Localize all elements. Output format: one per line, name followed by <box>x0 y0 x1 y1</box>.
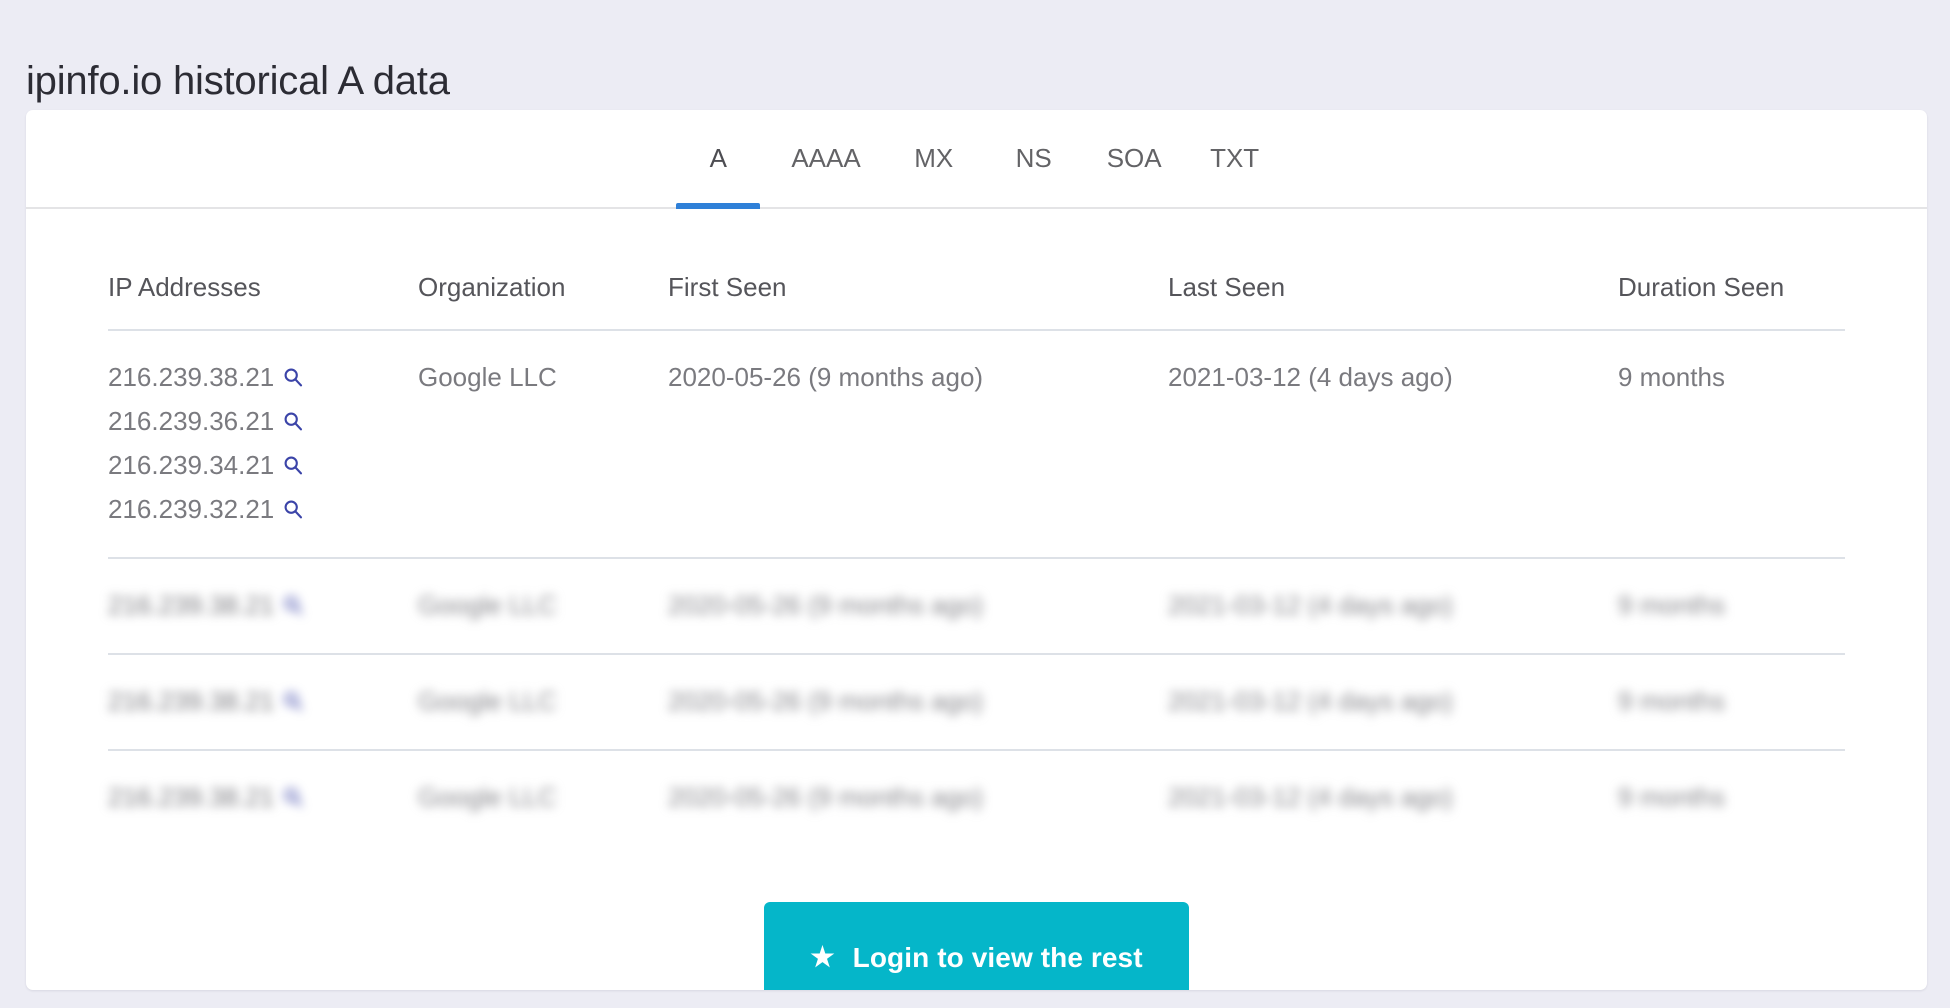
historical-dns-card: AAAAAMXNSSOATXT IP Addresses Organizatio… <box>26 110 1927 990</box>
cell-duration-seen: 9 months <box>1618 654 1845 750</box>
cell-first-seen: 2020-05-26 (9 months ago) <box>668 558 1168 654</box>
cell-organization: Google LLC <box>418 330 668 558</box>
cell-last-seen: 2021-03-12 (4 days ago) <box>1168 654 1618 750</box>
ip-address-text: 216.239.38.21 <box>108 679 274 723</box>
tab-label: AAAA <box>791 143 860 174</box>
table-header-row: IP Addresses Organization First Seen Las… <box>108 209 1845 330</box>
historical-dns-table: IP Addresses Organization First Seen Las… <box>108 209 1845 845</box>
column-header-first-seen: First Seen <box>668 209 1168 330</box>
cell-ip-addresses: 216.239.38.21 <box>108 654 418 750</box>
tab-label: SOA <box>1107 143 1162 174</box>
search-icon[interactable] <box>283 499 303 519</box>
ip-address-text: 216.239.36.21 <box>108 399 274 443</box>
cell-duration-seen: 9 months <box>1618 558 1845 654</box>
search-icon[interactable] <box>283 595 303 615</box>
cell-organization: Google LLC <box>418 750 668 845</box>
ip-address-entry: 216.239.36.21 <box>108 399 418 443</box>
ip-address-text: 216.239.38.21 <box>108 775 274 819</box>
table-body: 216.239.38.21216.239.36.21216.239.34.212… <box>108 330 1845 845</box>
ip-address-entry: 216.239.38.21 <box>108 355 418 399</box>
search-icon[interactable] <box>283 691 303 711</box>
cell-duration-seen: 9 months <box>1618 750 1845 845</box>
ip-address-entry: 216.239.32.21 <box>108 487 418 531</box>
tab-soa[interactable]: SOA <box>1084 110 1185 207</box>
column-header-duration-seen: Duration Seen <box>1618 209 1845 330</box>
tab-label: MX <box>914 143 953 174</box>
cta-container: ★ Login to view the rest <box>108 902 1845 990</box>
search-icon[interactable] <box>283 367 303 387</box>
table-row: 216.239.38.21216.239.36.21216.239.34.212… <box>108 330 1845 558</box>
ip-address-entry: 216.239.34.21 <box>108 443 418 487</box>
ip-address-text: 216.239.34.21 <box>108 443 274 487</box>
cell-ip-addresses: 216.239.38.21 <box>108 750 418 845</box>
cell-duration-seen: 9 months <box>1618 330 1845 558</box>
cell-ip-addresses: 216.239.38.21 <box>108 558 418 654</box>
page-title: ipinfo.io historical A data <box>26 55 450 107</box>
ip-address-entry: 216.239.38.21 <box>108 775 418 819</box>
tab-label: NS <box>1016 143 1052 174</box>
column-header-ip-addresses: IP Addresses <box>108 209 418 330</box>
star-icon: ★ <box>810 944 834 971</box>
search-icon[interactable] <box>283 455 303 475</box>
column-header-organization: Organization <box>418 209 668 330</box>
cell-first-seen: 2020-05-26 (9 months ago) <box>668 330 1168 558</box>
table-row: 216.239.38.21 Google LLC2020-05-26 (9 mon… <box>108 750 1845 845</box>
cell-last-seen: 2021-03-12 (4 days ago) <box>1168 750 1618 845</box>
cell-organization: Google LLC <box>418 558 668 654</box>
dns-table-container: IP Addresses Organization First Seen Las… <box>26 209 1927 990</box>
tab-label: A <box>710 143 727 174</box>
tab-mx[interactable]: MX <box>884 110 984 207</box>
cell-first-seen: 2020-05-26 (9 months ago) <box>668 654 1168 750</box>
cell-last-seen: 2021-03-12 (4 days ago) <box>1168 330 1618 558</box>
cell-ip-addresses: 216.239.38.21216.239.36.21216.239.34.212… <box>108 330 418 558</box>
cell-last-seen: 2021-03-12 (4 days ago) <box>1168 558 1618 654</box>
tab-label: TXT <box>1210 143 1259 174</box>
ip-address-text: 216.239.38.21 <box>108 355 274 399</box>
column-header-last-seen: Last Seen <box>1168 209 1618 330</box>
ip-address-entry: 216.239.38.21 <box>108 679 418 723</box>
search-icon[interactable] <box>283 787 303 807</box>
tab-list: AAAAAMXNSSOATXT <box>668 110 1284 207</box>
cell-first-seen: 2020-05-26 (9 months ago) <box>668 750 1168 845</box>
ip-address-text: 216.239.32.21 <box>108 487 274 531</box>
login-button-label: Login to view the rest <box>853 942 1143 974</box>
tab-a[interactable]: A <box>668 110 768 207</box>
tab-ns[interactable]: NS <box>984 110 1084 207</box>
ip-address-text: 216.239.38.21 <box>108 583 274 627</box>
tab-aaaa[interactable]: AAAA <box>768 110 883 207</box>
ip-address-entry: 216.239.38.21 <box>108 583 418 627</box>
table-row: 216.239.38.21 Google LLC2020-05-26 (9 mon… <box>108 654 1845 750</box>
login-to-view-the-rest-button[interactable]: ★ Login to view the rest <box>764 902 1188 990</box>
table-row: 216.239.38.21 Google LLC2020-05-26 (9 mon… <box>108 558 1845 654</box>
cell-organization: Google LLC <box>418 654 668 750</box>
tab-txt[interactable]: TXT <box>1185 110 1285 207</box>
record-type-tabbar: AAAAAMXNSSOATXT <box>26 110 1927 209</box>
search-icon[interactable] <box>283 411 303 431</box>
